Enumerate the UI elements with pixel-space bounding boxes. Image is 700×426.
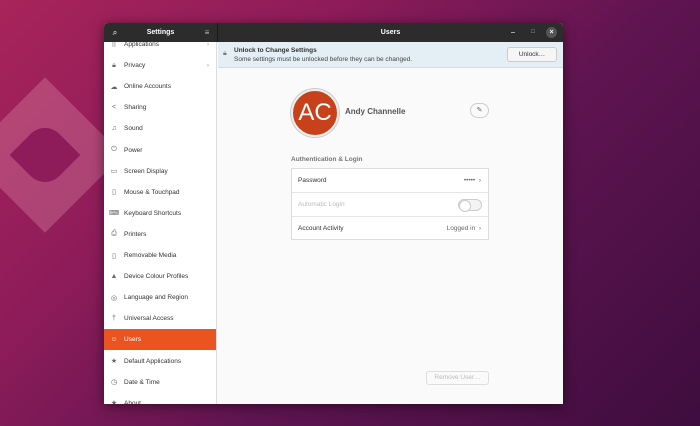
unlock-title: Unlock to Change Settings	[234, 47, 317, 54]
account-activity-label: Account Activity	[298, 225, 344, 232]
sidebar-item-keyboard-shortcuts[interactable]: ⌨ Keyboard Shortcuts	[104, 203, 216, 224]
sidebar-item-online-accounts[interactable]: ☁︎ Online Accounts	[104, 76, 216, 97]
sidebar-item-label: Date & Time	[124, 378, 160, 386]
sidebar: ⠿ Applications › 🔒︎ Privacy › ☁︎ Online Account…	[104, 42, 217, 404]
sidebar-item-screen-display[interactable]: ▭ Screen Display	[104, 161, 216, 182]
chevron-right-icon: ›	[478, 225, 481, 232]
sidebar-item-label: Mouse & Touchpad	[124, 188, 180, 196]
user-name: Andy Channelle	[345, 107, 406, 116]
sidebar-item-mouse-touchpad[interactable]: ▯ Mouse & Touchpad	[104, 182, 216, 203]
edit-name-button[interactable]: ✎	[470, 103, 489, 118]
sidebar-item-removable-media[interactable]: ▯ Removable Media	[104, 245, 216, 266]
unlock-button[interactable]: Unlock…	[507, 47, 557, 62]
sidebar-item-label: Users	[124, 336, 141, 344]
sidebar-item-label: Privacy	[124, 62, 146, 70]
sidebar-item-applications[interactable]: ⠿ Applications ›	[104, 42, 216, 55]
auth-list: Password ••••• › Automatic Login Account …	[291, 168, 489, 240]
sidebar-item-label: Printers	[124, 230, 147, 238]
lock-icon: 🔒︎	[223, 50, 227, 57]
sidebar-item-sound[interactable]: ♫ Sound	[104, 118, 216, 139]
cloud-icon: ☁︎	[110, 83, 118, 91]
chevron-right-icon: ›	[478, 177, 481, 184]
globe-icon: ◎	[110, 294, 118, 302]
media-icon: ▯	[112, 252, 116, 260]
keyboard-icon: ⌨	[108, 210, 120, 218]
music-note-icon: ♫	[111, 125, 117, 133]
power-icon: ⏻	[111, 146, 117, 153]
mouse-icon: ▯	[112, 189, 116, 197]
sidebar-item-label: Power	[124, 146, 143, 154]
pencil-icon: ✎	[476, 107, 483, 114]
sidebar-item-language-and-region[interactable]: ◎ Language and Region	[104, 287, 216, 308]
automatic-login-label: Automatic Login	[298, 201, 345, 208]
unlock-subtitle: Some settings must be unlocked before th…	[234, 56, 413, 63]
menu-icon[interactable]: ≡	[201, 23, 213, 42]
printer-icon: ⎙	[111, 230, 117, 238]
grid-icon: ⠿	[111, 42, 117, 49]
sidebar-item-universal-access[interactable]: † Universal Access	[104, 308, 216, 329]
header-bar: ⌕ Settings ≡ Users – □ ×	[104, 23, 563, 42]
automatic-login-toggle[interactable]	[458, 199, 482, 212]
automatic-login-row: Automatic Login	[292, 193, 488, 217]
sidebar-item-device-colour-profiles[interactable]: ▲ Device Colour Profiles	[104, 266, 216, 287]
sidebar-item-date-time[interactable]: ◷ Date & Time	[104, 372, 216, 393]
sidebar-item-label: Removable Media	[124, 252, 177, 259]
clock-icon: ◷	[110, 379, 118, 387]
sidebar-item-label: Screen Display	[124, 167, 168, 175]
sidebar-item-label: Language and Region	[124, 294, 188, 302]
sidebar-item-sharing[interactable]: < Sharing	[104, 97, 216, 118]
accessibility-icon: †	[112, 315, 116, 323]
chevron-right-icon: ›	[206, 62, 209, 70]
sidebar-item-printers[interactable]: ⎙ Printers	[104, 224, 216, 245]
display-icon: ▭	[110, 168, 118, 176]
sidebar-item-label: Online Accounts	[124, 83, 171, 91]
sidebar-item-label: Sharing	[124, 104, 147, 112]
sidebar-item-label: Universal Access	[124, 315, 174, 323]
remove-user-button[interactable]: Remove User…	[426, 371, 489, 385]
unlock-bar: 🔒︎ Unlock to Change Settings Some settin…	[218, 42, 563, 68]
share-icon: <	[111, 104, 117, 112]
star-icon: ★	[110, 400, 118, 404]
sidebar-item-power[interactable]: ⏻ Power	[104, 140, 216, 161]
account-activity-value: Logged in ›	[446, 225, 481, 232]
sidebar-item-about[interactable]: ★ About	[104, 393, 216, 404]
star-icon: ★	[110, 358, 118, 365]
sidebar-item-label: Sound	[124, 125, 143, 133]
sidebar-item-default-applications[interactable]: ★ Default Applications	[104, 351, 216, 372]
user-icon: ☺	[110, 336, 118, 344]
sidebar-item-label: Applications	[124, 42, 160, 48]
sidebar-item-label: About	[124, 399, 141, 404]
sidebar-item-label: Default Applications	[124, 357, 182, 365]
password-row[interactable]: Password ••••• ›	[292, 169, 488, 193]
password-value: ••••• ›	[463, 177, 481, 184]
account-activity-row[interactable]: Account Activity Logged in ›	[292, 217, 488, 241]
color-profile-icon: ▲	[110, 273, 118, 281]
chevron-right-icon: ›	[206, 42, 209, 48]
sidebar-item-users[interactable]: ☺ Users	[104, 329, 216, 351]
settings-window: ⌕ Settings ≡ Users – □ × ⠿ Applications › 🔒…	[104, 23, 563, 404]
maximize-icon[interactable]: □	[528, 23, 538, 42]
sidebar-item-label: Device Colour Profiles	[124, 273, 189, 281]
sidebar-item-label: Keyboard Shortcuts	[124, 209, 182, 217]
sidebar-item-privacy[interactable]: 🔒︎ Privacy ›	[104, 55, 216, 76]
section-title: Authentication & Login	[291, 156, 363, 163]
password-label: Password	[298, 177, 327, 184]
close-icon[interactable]: ×	[546, 27, 557, 38]
avatar[interactable]: AC	[291, 89, 339, 137]
minimize-icon[interactable]: –	[508, 23, 518, 42]
lock-icon: 🔒︎	[112, 61, 116, 69]
